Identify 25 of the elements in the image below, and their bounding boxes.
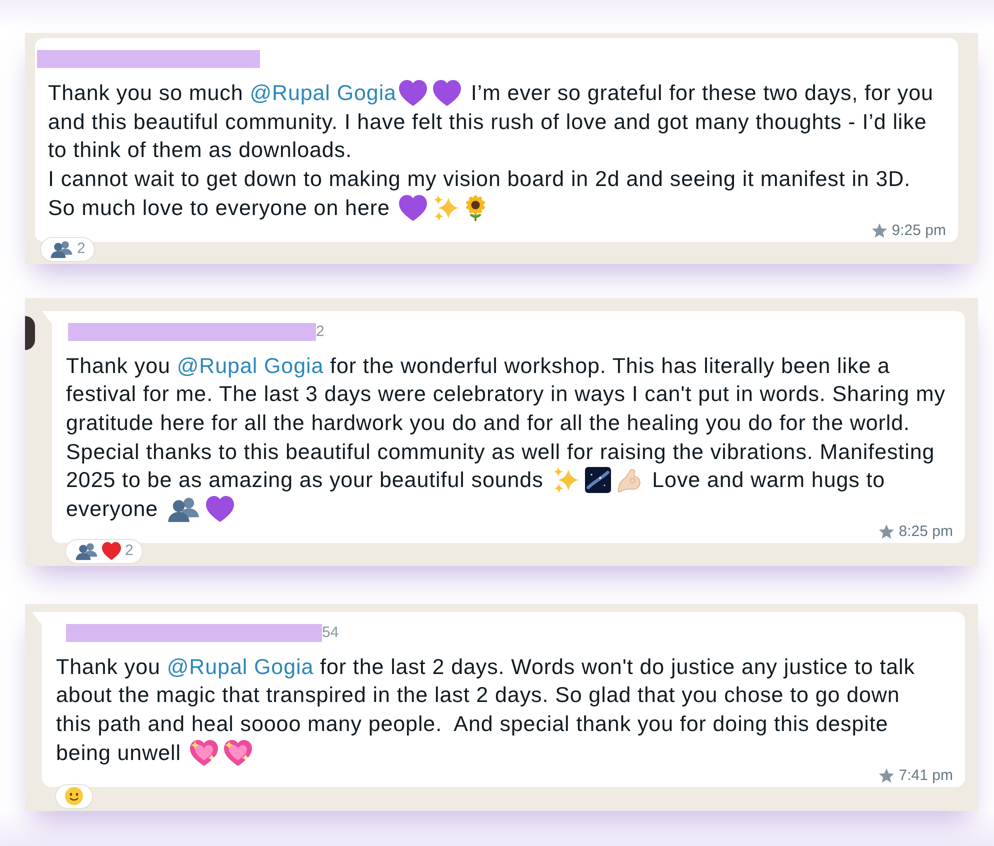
- reaction-chip[interactable]: 2: [65, 538, 144, 564]
- message-text: Thank you @Rupal Gogia for the last 2 days. Words won't do justice any justice to talk about the magic that transpired in the last 2 days. So glad that you chose to go down this path and heal soooo many people. And special thank you for doing this despite being unwell: [56, 654, 916, 768]
- reaction-chip[interactable]: [55, 784, 93, 809]
- message-time: 9:25 pm: [892, 222, 946, 239]
- reaction-chip[interactable]: 2: [40, 236, 96, 262]
- message-time: 8:25 pm: [898, 524, 953, 540]
- galaxy-icon: [584, 467, 611, 494]
- sparkles-icon: [433, 194, 460, 221]
- sender-name: 54: [322, 624, 339, 642]
- message-time: 7:41 pm: [898, 768, 953, 784]
- sparkling-heart-icon: [190, 740, 218, 766]
- hand-icon: [616, 467, 643, 494]
- people-icon: [75, 542, 98, 560]
- sender-name: 2: [316, 322, 324, 341]
- sparkles-icon: [552, 467, 579, 494]
- message-text: Thank you so much @Rupal Gogia I’m ever so grateful for these two days, for you and this beautiful community. I have felt this rush of love and got many thoughts - I’d like to think of them as downloads. I cannot wait to get down to making my vision board in 2d and seeing it manifest in 3D. So much love to everyone on here: [48, 79, 934, 223]
- smiley-icon: [65, 787, 83, 806]
- sparkling-heart-icon: [224, 740, 252, 766]
- people-icon: [50, 240, 73, 258]
- mention-link[interactable]: @Rupal Gogia: [176, 354, 324, 378]
- sunflower-icon: [465, 194, 486, 221]
- mention-link[interactable]: @Rupal Gogia: [250, 81, 396, 105]
- mention-link[interactable]: @Rupal Gogia: [166, 654, 314, 679]
- message-text: Thank you @Rupal Gogia for the wonderful workshop. This has literally been like a festival for me. The last 3 days were celebratory in ways I can't put in words. Sharing my gratitude here for all the hardwork you do and for all the healing you do for the world. Special thanks to this beautiful community as well for raising the vibrations. Manifesting 2025 to be as amazing as your beautiful sounds Love and warm hugs to everyone: [66, 352, 946, 524]
- people-icon: [167, 496, 200, 522]
